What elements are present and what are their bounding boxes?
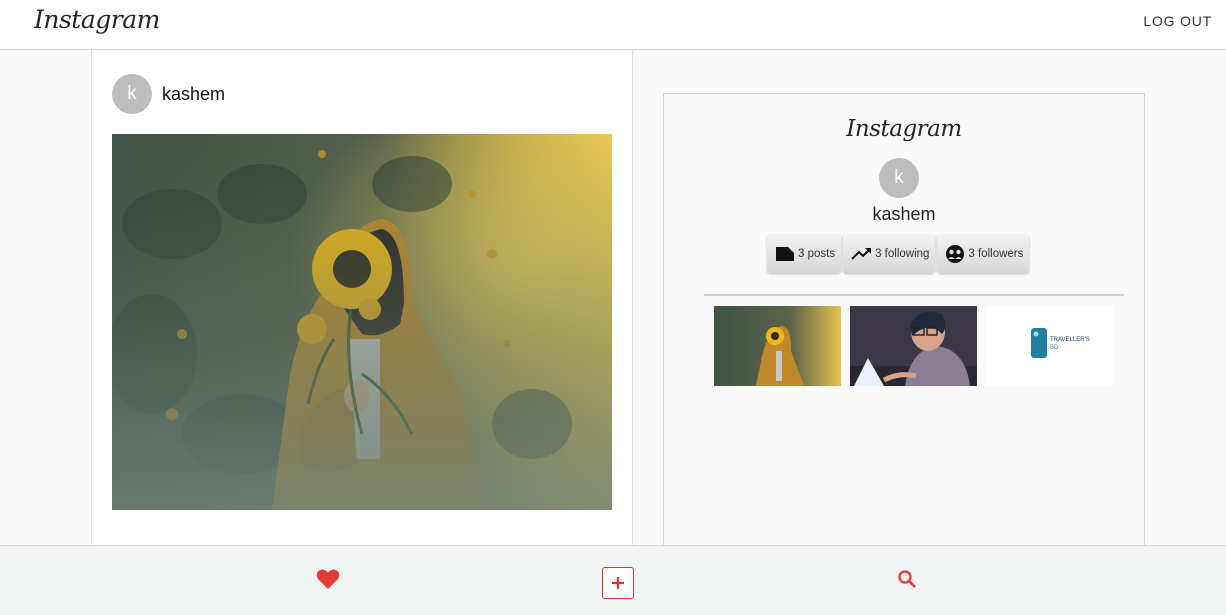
posts-count: 3 posts bbox=[798, 247, 836, 260]
posts-count-button[interactable]: 3 posts bbox=[767, 234, 842, 273]
followers-count: 3 followers bbox=[968, 247, 1024, 260]
search-icon bbox=[898, 570, 916, 588]
post-header: k kashem bbox=[112, 73, 225, 115]
add-icon bbox=[612, 577, 624, 589]
file-icon bbox=[775, 246, 795, 262]
profile-avatar[interactable]: k bbox=[879, 158, 919, 198]
travellers-logo-text: TRAVELLER'S bbox=[1050, 337, 1090, 343]
thumbnail-sunflower-image bbox=[714, 306, 841, 386]
following-count: 3 following bbox=[875, 247, 930, 260]
post-photo[interactable] bbox=[112, 134, 612, 510]
following-count-button[interactable]: 3 following bbox=[843, 234, 936, 273]
post-thumbnail[interactable] bbox=[850, 306, 977, 386]
thumbnail-coder-illustration bbox=[850, 306, 977, 386]
group-icon bbox=[945, 244, 965, 264]
top-bar: Instagram LOG OUT bbox=[0, 0, 1226, 50]
likes-button[interactable] bbox=[314, 566, 342, 592]
feed-column: k kashem bbox=[91, 50, 633, 546]
profile-card: Instagram k kashem 3 posts 3 following 3… bbox=[663, 93, 1145, 553]
post-thumbnail[interactable] bbox=[714, 306, 841, 386]
profile-stats: 3 posts 3 following 3 followers bbox=[767, 234, 1030, 273]
divider bbox=[704, 294, 1124, 296]
post-thumbnails: TRAVELLER'S BD bbox=[714, 306, 1113, 386]
bottom-nav bbox=[0, 545, 1226, 615]
heart-icon bbox=[316, 569, 340, 589]
add-post-button[interactable] bbox=[602, 567, 634, 599]
post-username[interactable]: kashem bbox=[162, 84, 225, 105]
post-thumbnail[interactable]: TRAVELLER'S BD bbox=[986, 306, 1113, 386]
post-photo-sunflower-raincoat bbox=[112, 134, 612, 510]
logout-button[interactable]: LOG OUT bbox=[1143, 13, 1212, 29]
thumbnail-travellers-logo: TRAVELLER'S BD bbox=[986, 306, 1113, 386]
travellers-logo-subtext: BD bbox=[1050, 345, 1059, 351]
profile-username: kashem bbox=[872, 204, 936, 224]
profile-card-logo: Instagram bbox=[846, 116, 962, 142]
trending-up-icon bbox=[851, 247, 872, 261]
app-logo[interactable]: Instagram bbox=[34, 5, 160, 34]
avatar[interactable]: k bbox=[112, 74, 152, 114]
followers-count-button[interactable]: 3 followers bbox=[937, 234, 1030, 273]
search-button[interactable] bbox=[894, 566, 920, 592]
